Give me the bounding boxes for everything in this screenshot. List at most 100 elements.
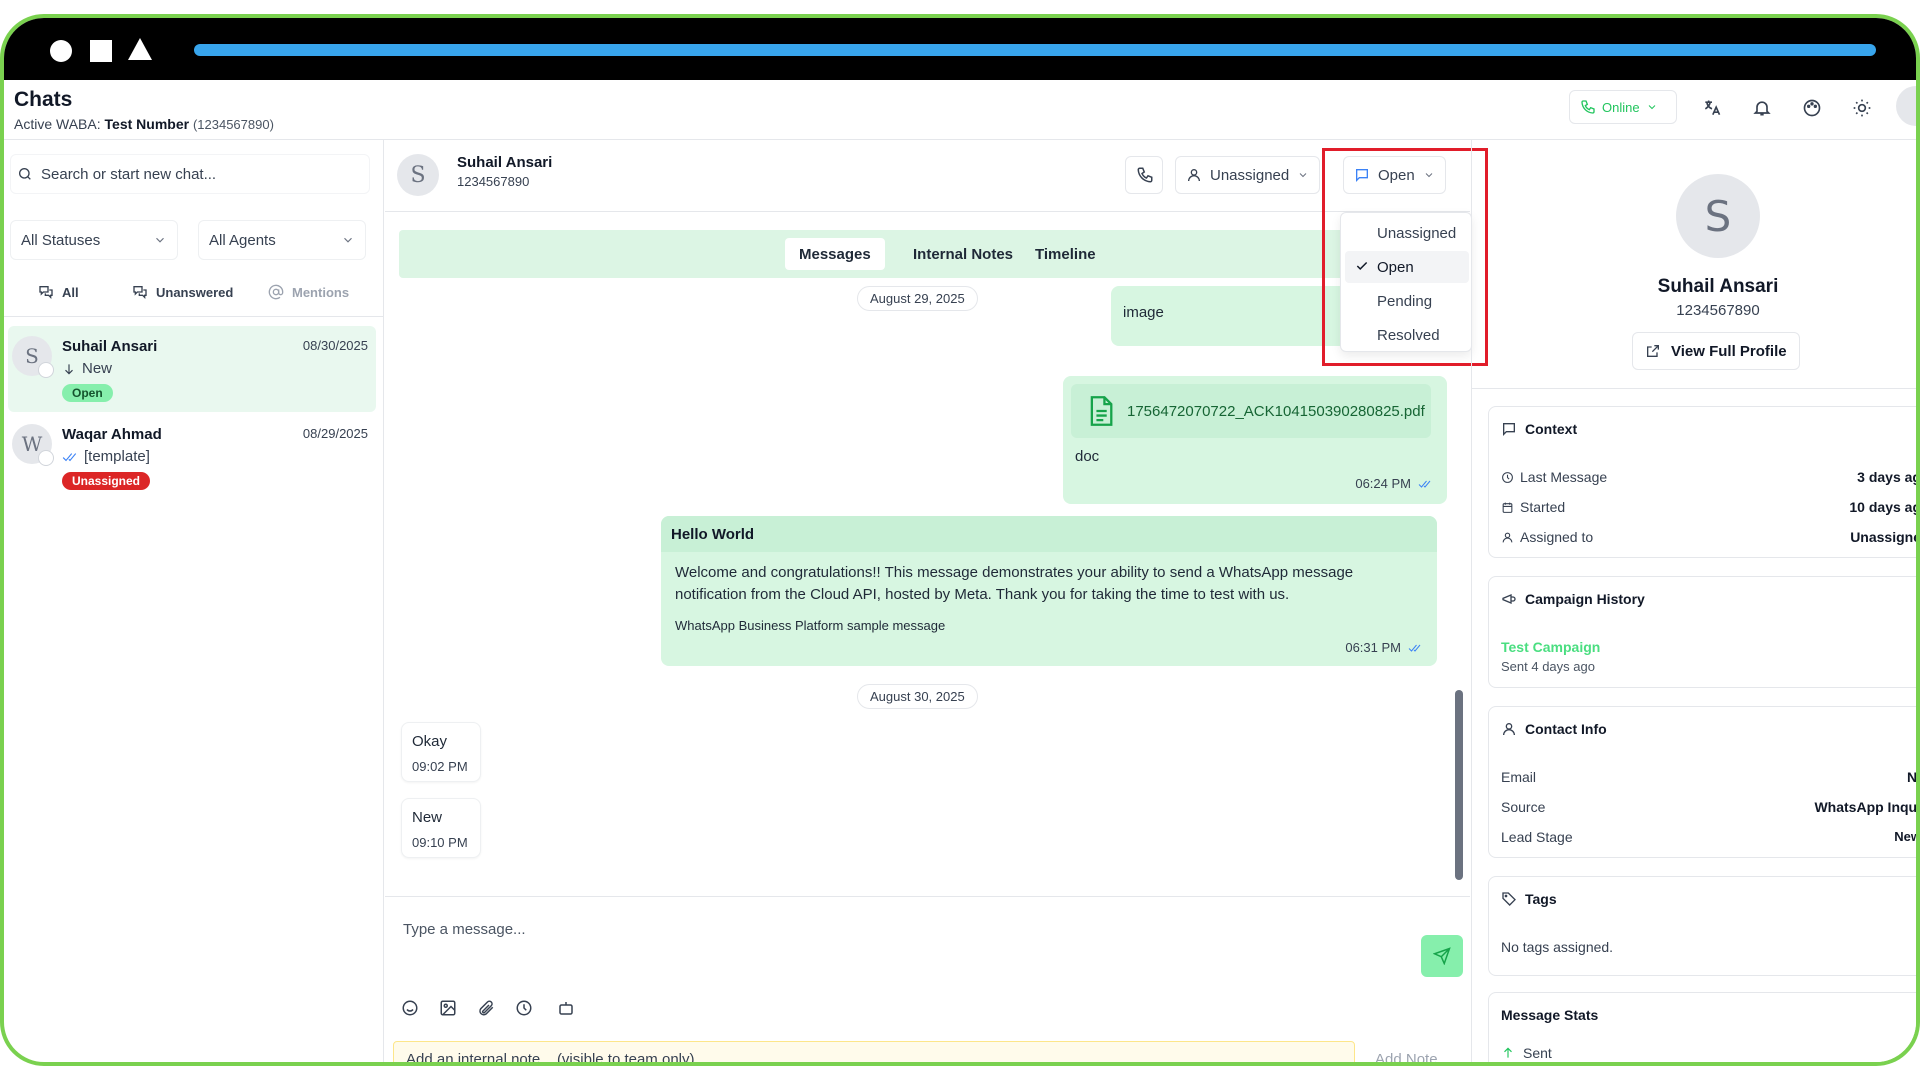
user-icon: [1501, 531, 1514, 544]
chat-panel: S Suhail Ansari 1234567890 Unassigned Op…: [385, 140, 1470, 1062]
user-icon: [1501, 721, 1517, 737]
arrow-up-icon: [1501, 1046, 1515, 1060]
date-separator: August 30, 2025: [857, 684, 978, 709]
campaign-link[interactable]: Test Campaign: [1501, 639, 1600, 655]
agent-filter-select[interactable]: All Agents: [198, 220, 366, 260]
message-bubble: 1756472070722_ACK104150390280825.pdf doc…: [1063, 376, 1447, 504]
app-header: Chats Active WABA: Test Number (12345678…: [4, 80, 1916, 140]
chevron-down-icon: [341, 233, 355, 247]
divider: [1472, 388, 1916, 389]
file-icon: [1087, 395, 1115, 427]
divider: [4, 316, 384, 317]
conversation-item[interactable]: S Suhail Ansari 08/30/2025 New Open: [8, 326, 376, 412]
contact-phone: 1234567890: [457, 174, 530, 189]
tags-card: Tags No tags assigned.: [1488, 876, 1916, 976]
device-frame: Chats Active WABA: Test Number (12345678…: [0, 14, 1920, 1066]
active-waba: Active WABA: Test Number (1234567890): [14, 116, 274, 132]
phone-icon: [1580, 99, 1596, 115]
palette-icon[interactable]: [1798, 94, 1826, 122]
tab-messages[interactable]: Messages: [785, 238, 885, 270]
conversation-item[interactable]: W Waqar Ahmad 08/29/2025 [template] Unas…: [8, 414, 376, 500]
chat-bubbles-icon: [132, 284, 148, 300]
emoji-icon[interactable]: [399, 997, 421, 1019]
send-button[interactable]: [1421, 935, 1463, 977]
circle-icon: [50, 40, 72, 62]
double-check-icon: [62, 450, 78, 464]
online-status-button[interactable]: Online: [1569, 90, 1677, 124]
clock-icon: [1501, 471, 1514, 484]
date-separator: August 29, 2025: [857, 286, 978, 311]
image-icon[interactable]: [437, 997, 459, 1019]
chat-bubbles-icon: [38, 284, 54, 300]
message-input[interactable]: Type a message...: [395, 907, 1407, 979]
message-composer: Type a message... Add an internal note..…: [385, 896, 1470, 1062]
avatar: S: [397, 154, 439, 196]
user-icon: [38, 450, 54, 466]
search-icon: [17, 166, 33, 182]
profile-name: Suhail Ansari: [1657, 276, 1779, 297]
call-button[interactable]: [1125, 156, 1163, 194]
tab-mentions[interactable]: Mentions: [268, 284, 349, 300]
send-icon: [1433, 947, 1451, 965]
megaphone-icon: [1501, 591, 1517, 607]
avatar: S: [1676, 174, 1760, 258]
profile-phone: 1234567890: [1676, 302, 1760, 319]
tab-unanswered[interactable]: Unanswered: [132, 284, 233, 300]
user-icon: [1186, 167, 1202, 183]
bot-icon[interactable]: [555, 997, 577, 1019]
assignee-dropdown[interactable]: Unassigned: [1175, 156, 1321, 194]
tab-internal-notes[interactable]: Internal Notes: [899, 238, 1027, 270]
file-attachment[interactable]: 1756472070722_ACK104150390280825.pdf: [1071, 384, 1431, 438]
message-bubble: New 09:10 PM: [401, 798, 481, 858]
internal-note-input[interactable]: Add an internal note... (visible to team…: [393, 1041, 1355, 1062]
double-check-icon: [1417, 478, 1433, 490]
page-title: Chats: [14, 88, 73, 111]
bell-icon[interactable]: [1748, 94, 1776, 122]
conversation-sidebar: Search or start new chat... All Statuses…: [4, 140, 384, 1062]
view-full-profile-button[interactable]: View Full Profile: [1632, 332, 1800, 370]
at-sign-icon: [268, 284, 284, 300]
campaign-history-card: Campaign History Test Campaign Sent 4 da…: [1488, 576, 1916, 688]
message-square-icon: [1501, 421, 1517, 437]
highlight-box: [1322, 148, 1488, 366]
external-link-icon: [1645, 343, 1661, 359]
chevron-down-icon: [153, 233, 167, 247]
paperclip-icon[interactable]: [475, 997, 497, 1019]
chevron-down-icon: [1646, 101, 1658, 113]
contact-info-card: Contact Info Email N/ Source WhatsApp In…: [1488, 706, 1916, 858]
window-chrome: [4, 18, 1916, 80]
clock-icon[interactable]: [513, 997, 535, 1019]
user-icon: [38, 362, 54, 378]
sun-icon[interactable]: [1848, 94, 1876, 122]
chat-filter-tabs: All Unanswered Mentions: [4, 272, 384, 312]
user-avatar[interactable]: [1896, 86, 1916, 126]
message-bubble: Okay 09:02 PM: [401, 722, 481, 782]
square-icon: [90, 40, 112, 62]
search-input[interactable]: Search or start new chat...: [10, 154, 370, 194]
arrow-down-icon: [62, 362, 76, 376]
avatar: W: [12, 424, 54, 466]
profile-panel: S Suhail Ansari 1234567890 View Full Pro…: [1471, 140, 1916, 1062]
add-note-button[interactable]: Add Note: [1375, 1051, 1438, 1062]
template-message: Hello World Welcome and congratulations!…: [661, 516, 1437, 666]
status-badge: Unassigned: [62, 472, 151, 490]
translate-icon[interactable]: [1698, 94, 1726, 122]
triangle-icon: [128, 38, 152, 60]
chat-tabs: Messages Internal Notes Timeline: [399, 230, 1461, 278]
status-filter-select[interactable]: All Statuses: [10, 220, 178, 260]
context-card: Context Last Message 3 days ag Started 1…: [1488, 406, 1916, 558]
calendar-icon: [1501, 501, 1514, 514]
chat-header: S Suhail Ansari 1234567890 Unassigned Op…: [385, 140, 1470, 212]
chevron-down-icon: [1297, 169, 1309, 181]
contact-name: Suhail Ansari: [457, 154, 553, 171]
tab-all[interactable]: All: [38, 284, 79, 300]
scrollbar-thumb[interactable]: [1455, 690, 1463, 880]
tag-icon: [1501, 891, 1517, 907]
double-check-icon: [1407, 642, 1423, 654]
avatar: S: [12, 336, 54, 378]
message-stats-card: Message Stats Sent: [1488, 992, 1916, 1062]
tab-timeline[interactable]: Timeline: [1021, 238, 1110, 270]
phone-icon: [1136, 166, 1154, 184]
template-header: [661, 516, 1437, 552]
status-badge: Open: [62, 384, 113, 402]
